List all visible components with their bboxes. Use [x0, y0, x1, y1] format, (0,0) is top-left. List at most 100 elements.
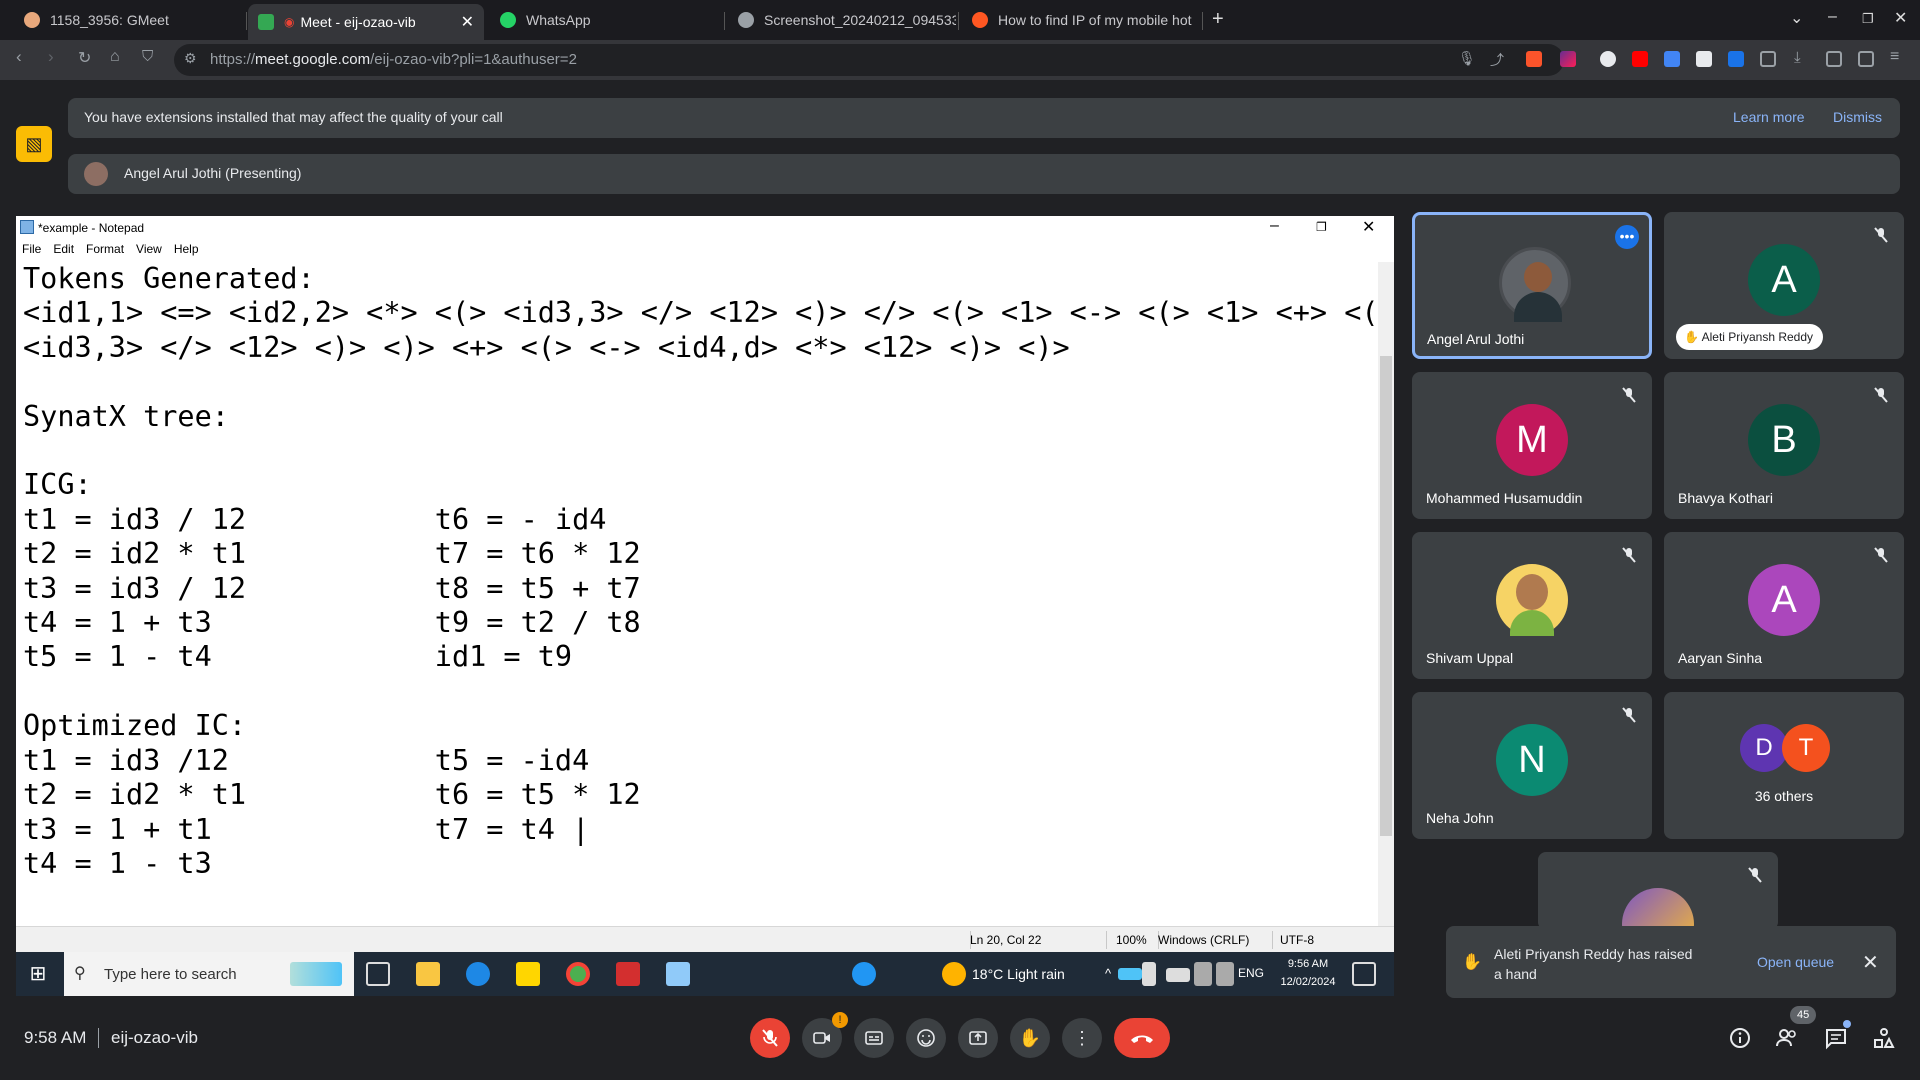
menu-help[interactable]: Help [174, 242, 199, 260]
presenter-label: Angel Arul Jothi (Presenting) [124, 165, 302, 181]
menu-view[interactable]: View [136, 242, 162, 260]
tab-title: How to find IP of my mobile hot [998, 12, 1192, 28]
menu-icon[interactable]: ≡ [1890, 48, 1899, 66]
tab-close-icon[interactable]: ✕ [461, 12, 474, 32]
participant-tile-others[interactable]: D T 36 others [1664, 692, 1904, 839]
more-options-button[interactable]: ⋮ [1062, 1018, 1102, 1058]
mic-toggle-button[interactable] [750, 1018, 790, 1058]
task-view-icon[interactable] [366, 962, 390, 986]
menu-file[interactable]: File [22, 242, 41, 260]
participant-tile-neha[interactable]: N Neha John [1412, 692, 1652, 839]
learn-more-link[interactable]: Learn more [1733, 109, 1805, 125]
participant-tile-angel[interactable]: ••• Angel Arul Jothi [1412, 212, 1652, 359]
onedrive-icon[interactable] [1118, 968, 1142, 980]
extension-gear-icon[interactable] [1600, 51, 1616, 67]
activities-icon[interactable] [1872, 1026, 1896, 1050]
back-icon[interactable]: ‹ [16, 47, 22, 67]
wallet-icon[interactable] [1858, 51, 1874, 67]
open-queue-button[interactable]: Open queue [1757, 954, 1834, 970]
battery-icon[interactable] [1166, 968, 1190, 982]
avatar [1499, 247, 1571, 322]
raise-hand-button[interactable]: ✋ [1010, 1018, 1050, 1058]
menu-format[interactable]: Format [86, 242, 124, 260]
url-prefix: https:// [210, 51, 256, 68]
hand-icon: ✋ [1462, 954, 1482, 971]
tab-screenshot[interactable]: Screenshot_20240212_094533.p [728, 4, 956, 36]
camera-off-icon [813, 1032, 830, 1044]
sticky-notes-icon[interactable] [516, 962, 540, 986]
volume-icon[interactable] [1216, 962, 1234, 986]
home-icon[interactable]: ⌂ [110, 48, 120, 66]
url-text[interactable]: https://meet.google.com/eij-ozao-vib?pli… [210, 51, 577, 68]
minimize-icon[interactable]: – [1828, 8, 1837, 26]
acrobat-icon[interactable] [616, 962, 640, 986]
end-call-icon [1131, 1035, 1153, 1043]
reload-icon[interactable]: ↻ [78, 48, 91, 68]
taskbar-weather[interactable]: 18°C Light rain [972, 966, 1065, 982]
participant-name: Aleti Priyansh Reddy [1701, 330, 1814, 344]
dismiss-button[interactable]: Dismiss [1833, 109, 1882, 125]
notepad-restore-icon[interactable]: ❐ [1316, 220, 1327, 234]
brave-shields-icon[interactable] [1526, 51, 1542, 67]
tab-gmeet[interactable]: 1158_3956: GMeet [14, 4, 244, 36]
menu-edit[interactable]: Edit [53, 242, 74, 260]
notepad-taskbar-icon[interactable] [666, 962, 690, 986]
participant-tile-aleti[interactable]: A ✋ Aleti Priyansh Reddy [1664, 212, 1904, 359]
participant-tile-bhavya[interactable]: B Bhavya Kothari [1664, 372, 1904, 519]
chat-icon[interactable] [1824, 1026, 1848, 1050]
participant-tile-self[interactable] [1538, 852, 1778, 930]
window-close-icon[interactable]: ✕ [1894, 8, 1907, 28]
shield-extension-icon[interactable] [1728, 51, 1744, 67]
notepad-close-icon[interactable]: ✕ [1362, 217, 1375, 237]
download-icon[interactable]: ⤓ [1794, 49, 1801, 66]
youtube-extension-icon[interactable] [1632, 51, 1648, 67]
wifi-icon[interactable] [1194, 962, 1212, 986]
taskbar-time[interactable]: 9:56 AM [1278, 958, 1338, 970]
chrome-icon[interactable] [566, 962, 590, 986]
participant-tile-mohammed[interactable]: M Mohammed Husamuddin [1412, 372, 1652, 519]
file-explorer-icon[interactable] [416, 962, 440, 986]
notification-close-icon[interactable]: ✕ [1862, 950, 1879, 975]
tab-meet[interactable]: ◉ Meet - eij-ozao-vib ✕ [248, 4, 484, 40]
edge-icon[interactable] [466, 962, 490, 986]
help-icon[interactable] [852, 962, 876, 986]
tray-mic-icon[interactable] [1142, 962, 1156, 986]
people-icon[interactable] [1775, 1026, 1799, 1050]
tab-search-chevron-icon[interactable]: ⌄ [1790, 8, 1803, 28]
reactions-button[interactable] [906, 1018, 946, 1058]
taskbar-date[interactable]: 12/02/2024 [1278, 976, 1338, 988]
captions-button[interactable] [854, 1018, 894, 1058]
notepad-text-area[interactable]: Tokens Generated: <id1,1> <=> <id2,2> <*… [16, 262, 1378, 926]
new-tab-icon[interactable]: + [1212, 8, 1224, 31]
camera-toggle-button[interactable]: ! [802, 1012, 848, 1058]
share-icon[interactable]: ⤴ [1490, 50, 1504, 70]
notepad-scroll-thumb[interactable] [1380, 356, 1392, 836]
bookmark-icon[interactable]: ⛉ [142, 48, 153, 65]
present-screen-button[interactable] [958, 1018, 998, 1058]
tab-capture-extension-icon[interactable] [1696, 51, 1712, 67]
more-options-icon[interactable]: ••• [1615, 225, 1639, 249]
site-info-icon[interactable]: ⚙ [184, 50, 197, 67]
translate-extension-icon[interactable] [1664, 51, 1680, 67]
restore-icon[interactable]: ❐ [1862, 11, 1874, 27]
taskbar-language[interactable]: ENG [1238, 966, 1264, 980]
tray-chevron-icon[interactable]: ^ [1096, 962, 1120, 986]
hand-icon: ✋ [1018, 1027, 1042, 1048]
notepad-titlebar: *example - Notepad – ❐ ✕ [16, 216, 1394, 240]
puzzle-extensions-icon[interactable] [1760, 51, 1776, 67]
notepad-minimize-icon[interactable]: – [1270, 217, 1279, 235]
status-divider [1106, 931, 1107, 949]
participant-tile-aaryan[interactable]: A Aaryan Sinha [1664, 532, 1904, 679]
sidebar-icon[interactable] [1826, 51, 1842, 67]
microphone-in-use-icon[interactable]: 🎙 [1458, 50, 1476, 67]
leave-call-button[interactable] [1114, 1018, 1170, 1058]
notifications-icon[interactable] [1352, 962, 1376, 986]
tab-ip-article[interactable]: How to find IP of my mobile hot [962, 4, 1200, 36]
meeting-info-icon[interactable] [1728, 1026, 1752, 1050]
participant-tile-shivam[interactable]: Shivam Uppal [1412, 532, 1652, 679]
forward-icon[interactable]: › [48, 47, 54, 67]
tab-whatsapp[interactable]: WhatsApp [490, 4, 720, 36]
windows-start-icon[interactable]: ⊞ [26, 962, 50, 986]
brave-rewards-icon[interactable] [1560, 51, 1576, 67]
recording-dot-icon: ◉ [284, 15, 295, 29]
